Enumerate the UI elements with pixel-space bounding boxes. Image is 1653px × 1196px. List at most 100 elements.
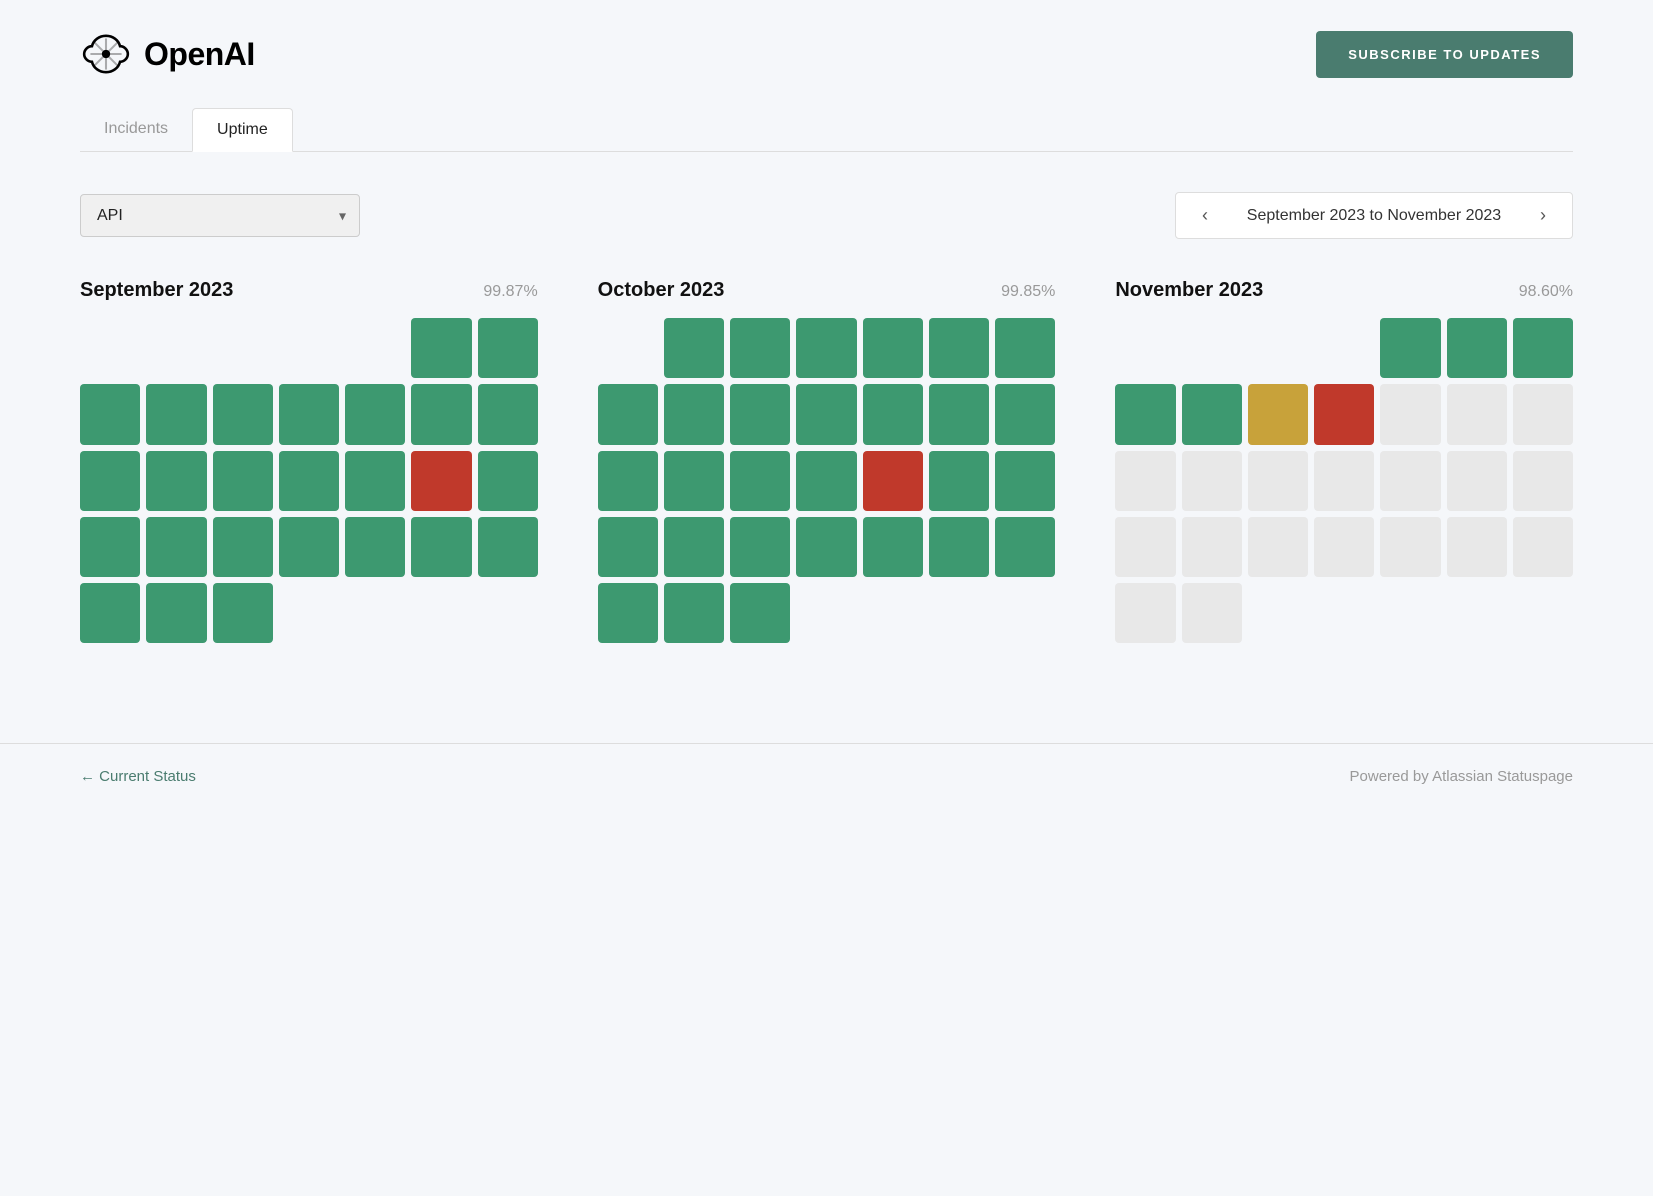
day-cell	[411, 451, 471, 511]
calendar-header-0: September 2023 99.87%	[80, 279, 538, 302]
openai-logo-icon	[80, 28, 132, 80]
day-cell	[478, 517, 538, 577]
day-cell	[1182, 318, 1242, 378]
day-cell	[664, 318, 724, 378]
day-cell	[1314, 318, 1374, 378]
day-cell	[796, 451, 856, 511]
subscribe-button[interactable]: SUBSCRIBE TO UPDATES	[1316, 31, 1573, 78]
day-cell	[664, 583, 724, 643]
day-cell	[598, 583, 658, 643]
day-cell	[796, 384, 856, 444]
service-select-wrapper: API ChatGPT Labs Playground ▾	[80, 194, 360, 237]
day-cell	[929, 451, 989, 511]
day-cell	[1248, 517, 1308, 577]
day-cell	[1380, 384, 1440, 444]
day-cell	[1115, 517, 1175, 577]
tab-uptime[interactable]: Uptime	[192, 108, 293, 152]
day-cell	[730, 451, 790, 511]
day-cell	[1248, 318, 1308, 378]
tab-bar: Incidents Uptime	[80, 108, 1573, 152]
current-status-link[interactable]: ← Current Status	[80, 768, 196, 785]
day-cell	[664, 384, 724, 444]
day-cell	[213, 384, 273, 444]
day-cell	[664, 517, 724, 577]
service-select[interactable]: API ChatGPT Labs Playground	[80, 194, 360, 237]
calendar-month-1: October 2023	[598, 279, 725, 302]
logo-text: OpenAI	[144, 36, 255, 73]
day-cell	[995, 517, 1055, 577]
day-cell	[1447, 384, 1507, 444]
day-cell	[478, 318, 538, 378]
calendars-container: September 2023 99.87% October 2023 99.85% No…	[80, 279, 1573, 643]
day-cell	[730, 517, 790, 577]
day-cell	[478, 384, 538, 444]
day-cell	[863, 451, 923, 511]
day-cell	[1380, 318, 1440, 378]
day-cell	[411, 384, 471, 444]
day-cell	[1182, 384, 1242, 444]
day-cell	[1115, 318, 1175, 378]
day-cell	[598, 384, 658, 444]
calendar-grid-1	[598, 318, 1056, 643]
logo: OpenAI	[80, 28, 255, 80]
day-cell	[1314, 451, 1374, 511]
day-cell	[929, 318, 989, 378]
day-cell	[80, 384, 140, 444]
day-cell	[345, 517, 405, 577]
day-cell	[146, 318, 206, 378]
day-cell	[1314, 517, 1374, 577]
next-period-button[interactable]: ›	[1534, 203, 1552, 228]
day-cell	[995, 318, 1055, 378]
day-cell	[478, 451, 538, 511]
day-cell	[995, 451, 1055, 511]
day-cell	[279, 318, 339, 378]
calendar-month-0: September 2023	[80, 279, 233, 302]
day-cell	[598, 318, 658, 378]
day-cell	[213, 318, 273, 378]
day-cell	[146, 583, 206, 643]
day-cell	[796, 517, 856, 577]
day-cell	[146, 384, 206, 444]
tab-incidents[interactable]: Incidents	[80, 108, 192, 152]
day-cell	[1115, 384, 1175, 444]
day-cell	[929, 517, 989, 577]
day-cell	[1248, 583, 1308, 643]
calendar-section-1: October 2023 99.85%	[598, 279, 1056, 643]
day-cell	[929, 384, 989, 444]
powered-by-label: Powered by Atlassian Statuspage	[1350, 768, 1573, 785]
day-cell	[213, 451, 273, 511]
day-cell	[664, 451, 724, 511]
day-cell	[80, 318, 140, 378]
prev-period-button[interactable]: ‹	[1196, 203, 1214, 228]
day-cell	[146, 451, 206, 511]
day-cell	[1182, 583, 1242, 643]
calendar-grid-0	[80, 318, 538, 643]
date-range-label: September 2023 to November 2023	[1234, 207, 1514, 225]
calendar-header-1: October 2023 99.85%	[598, 279, 1056, 302]
day-cell	[345, 318, 405, 378]
calendar-month-2: November 2023	[1115, 279, 1263, 302]
page-footer: ← Current Status Powered by Atlassian St…	[0, 743, 1653, 809]
day-cell	[1380, 517, 1440, 577]
day-cell	[411, 517, 471, 577]
day-cell	[279, 517, 339, 577]
day-cell	[80, 451, 140, 511]
day-cell	[730, 318, 790, 378]
day-cell	[1447, 517, 1507, 577]
day-cell	[1513, 318, 1573, 378]
day-cell	[1447, 318, 1507, 378]
day-cell	[598, 451, 658, 511]
calendar-grid-2	[1115, 318, 1573, 643]
day-cell	[80, 583, 140, 643]
calendar-pct-0: 99.87%	[483, 283, 537, 301]
day-cell	[213, 583, 273, 643]
day-cell	[1248, 384, 1308, 444]
day-cell	[213, 517, 273, 577]
calendar-pct-1: 99.85%	[1001, 283, 1055, 301]
calendar-pct-2: 98.60%	[1519, 283, 1573, 301]
day-cell	[796, 318, 856, 378]
day-cell	[730, 384, 790, 444]
main-content: Incidents Uptime API ChatGPT Labs Playgr…	[0, 108, 1653, 703]
day-cell	[1248, 451, 1308, 511]
calendar-section-0: September 2023 99.87%	[80, 279, 538, 643]
